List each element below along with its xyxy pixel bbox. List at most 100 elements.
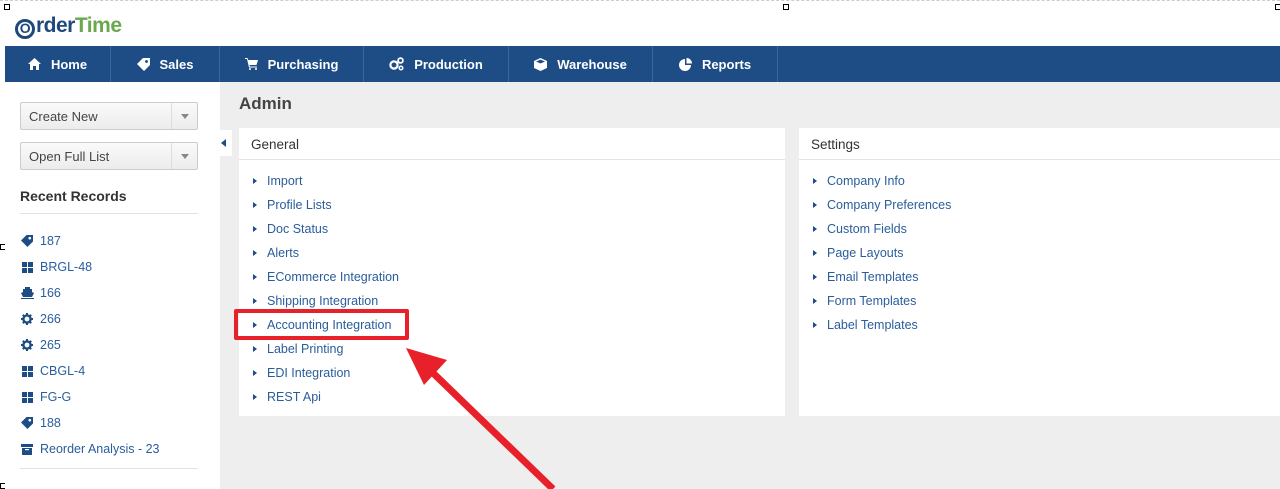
- nav-warehouse[interactable]: Warehouse: [509, 46, 653, 82]
- chevron-down-icon[interactable]: [171, 103, 197, 129]
- recent-record[interactable]: 187: [20, 228, 198, 254]
- selection-handle: [4, 4, 10, 10]
- link-company-info[interactable]: Company Info: [799, 169, 1280, 193]
- main-nav: Home Sales Purchasing Production Warehou…: [5, 46, 1280, 82]
- link-label: Label Templates: [827, 318, 918, 332]
- caret-right-icon: [813, 226, 817, 232]
- nav-production[interactable]: Production: [364, 46, 509, 82]
- logo-o: O: [15, 19, 35, 39]
- tag-icon: [136, 57, 150, 71]
- recent-record-label: 166: [40, 286, 61, 300]
- link-label: Label Printing: [267, 342, 344, 356]
- link-label: Company Info: [827, 174, 905, 188]
- pie-chart-icon: [678, 57, 692, 71]
- link-label: Page Layouts: [827, 246, 904, 260]
- link-alerts[interactable]: Alerts: [239, 241, 785, 265]
- recent-record-label: 187: [40, 234, 61, 248]
- recent-record[interactable]: CBGL-4: [20, 358, 198, 384]
- logo-time: Time: [74, 14, 122, 37]
- recent-record[interactable]: 188: [20, 410, 198, 436]
- nav-reports[interactable]: Reports: [653, 46, 778, 82]
- general-panel-title: General: [239, 128, 785, 160]
- settings-panel: Settings Company Info Company Preference…: [799, 128, 1280, 416]
- create-new-label: Create New: [29, 109, 98, 124]
- link-custom-fields[interactable]: Custom Fields: [799, 217, 1280, 241]
- annotation-highlight-box: [234, 309, 409, 340]
- page-title: Admin: [239, 94, 292, 113]
- link-form-templates[interactable]: Form Templates: [799, 289, 1280, 313]
- link-label-printing[interactable]: Label Printing: [239, 337, 785, 361]
- open-full-list-dropdown[interactable]: Open Full List: [20, 142, 198, 170]
- archive-icon: [20, 442, 34, 456]
- recent-record[interactable]: 266: [20, 306, 198, 332]
- logo-rder: rder: [36, 14, 75, 37]
- link-email-templates[interactable]: Email Templates: [799, 265, 1280, 289]
- nav-reports-label: Reports: [701, 56, 752, 72]
- link-edi-integration[interactable]: EDI Integration: [239, 361, 785, 385]
- caret-right-icon: [253, 370, 257, 376]
- link-label: Shipping Integration: [267, 294, 379, 308]
- open-full-list-label: Open Full List: [29, 149, 110, 164]
- link-import[interactable]: Import: [239, 169, 785, 193]
- home-icon: [27, 58, 41, 70]
- recent-record-label: BRGL-48: [40, 260, 93, 274]
- recent-record-label: FG-G: [40, 390, 72, 404]
- settings-panel-title: Settings: [799, 128, 1280, 160]
- caret-right-icon: [253, 346, 257, 352]
- caret-right-icon: [253, 250, 257, 256]
- nav-purchasing[interactable]: Purchasing: [220, 46, 364, 82]
- sidebar: Create New Open Full List Recent Records…: [5, 82, 220, 489]
- link-company-preferences[interactable]: Company Preferences: [799, 193, 1280, 217]
- selection-handle: [1275, 4, 1280, 10]
- recent-record-label: 266: [40, 312, 61, 326]
- link-label: EDI Integration: [267, 366, 351, 380]
- divider: [20, 213, 198, 214]
- nav-production-label: Production: [414, 56, 483, 72]
- tag-icon: [20, 234, 34, 248]
- link-rest-api[interactable]: REST Api: [239, 385, 785, 409]
- link-label: ECommerce Integration: [267, 270, 400, 284]
- link-profile-lists[interactable]: Profile Lists: [239, 193, 785, 217]
- caret-right-icon: [813, 274, 817, 280]
- nav-warehouse-label: Warehouse: [557, 56, 627, 72]
- link-label: Profile Lists: [267, 198, 332, 212]
- recent-record[interactable]: Reorder Analysis - 23: [20, 436, 198, 462]
- caret-right-icon: [813, 178, 817, 184]
- grid-icon: [20, 260, 34, 274]
- nav-home[interactable]: Home: [5, 46, 111, 82]
- grid-icon: [20, 390, 34, 404]
- link-label: Custom Fields: [827, 222, 907, 236]
- link-label: Import: [267, 174, 303, 188]
- ordertime-logo[interactable]: OrderTime: [15, 14, 122, 39]
- general-panel: General Import Profile Lists Doc Status …: [239, 128, 785, 416]
- recent-records-list: 187 BRGL-48 166 266 265 CBGL-4 FG-G 188: [20, 228, 198, 462]
- settings-links: Company Info Company Preferences Custom …: [799, 160, 1280, 337]
- sidebar-collapse-toggle[interactable]: [220, 130, 232, 156]
- main-content: Admin General Import Profile Lists Doc S…: [220, 82, 1280, 489]
- gear-icon: [20, 312, 34, 326]
- link-ecommerce-integration[interactable]: ECommerce Integration: [239, 265, 785, 289]
- link-page-layouts[interactable]: Page Layouts: [799, 241, 1280, 265]
- recent-record[interactable]: BRGL-48: [20, 254, 198, 280]
- link-label: REST Api: [267, 390, 321, 404]
- box-icon: [534, 57, 548, 71]
- caret-right-icon: [813, 298, 817, 304]
- recent-records-title: Recent Records: [20, 188, 127, 204]
- recent-record[interactable]: 166: [20, 280, 198, 306]
- chevron-down-icon[interactable]: [171, 143, 197, 169]
- caret-right-icon: [253, 178, 257, 184]
- grid-icon: [20, 364, 34, 378]
- link-label: Email Templates: [827, 270, 919, 284]
- caret-right-icon: [253, 394, 257, 400]
- nav-home-label: Home: [50, 56, 88, 72]
- nav-sales[interactable]: Sales: [111, 46, 220, 82]
- create-new-dropdown[interactable]: Create New: [20, 102, 198, 130]
- caret-right-icon: [813, 322, 817, 328]
- link-label: Doc Status: [267, 222, 329, 236]
- recent-record[interactable]: FG-G: [20, 384, 198, 410]
- link-doc-status[interactable]: Doc Status: [239, 217, 785, 241]
- link-label-templates[interactable]: Label Templates: [799, 313, 1280, 337]
- recent-record[interactable]: 265: [20, 332, 198, 358]
- caret-right-icon: [813, 202, 817, 208]
- caret-right-icon: [253, 226, 257, 232]
